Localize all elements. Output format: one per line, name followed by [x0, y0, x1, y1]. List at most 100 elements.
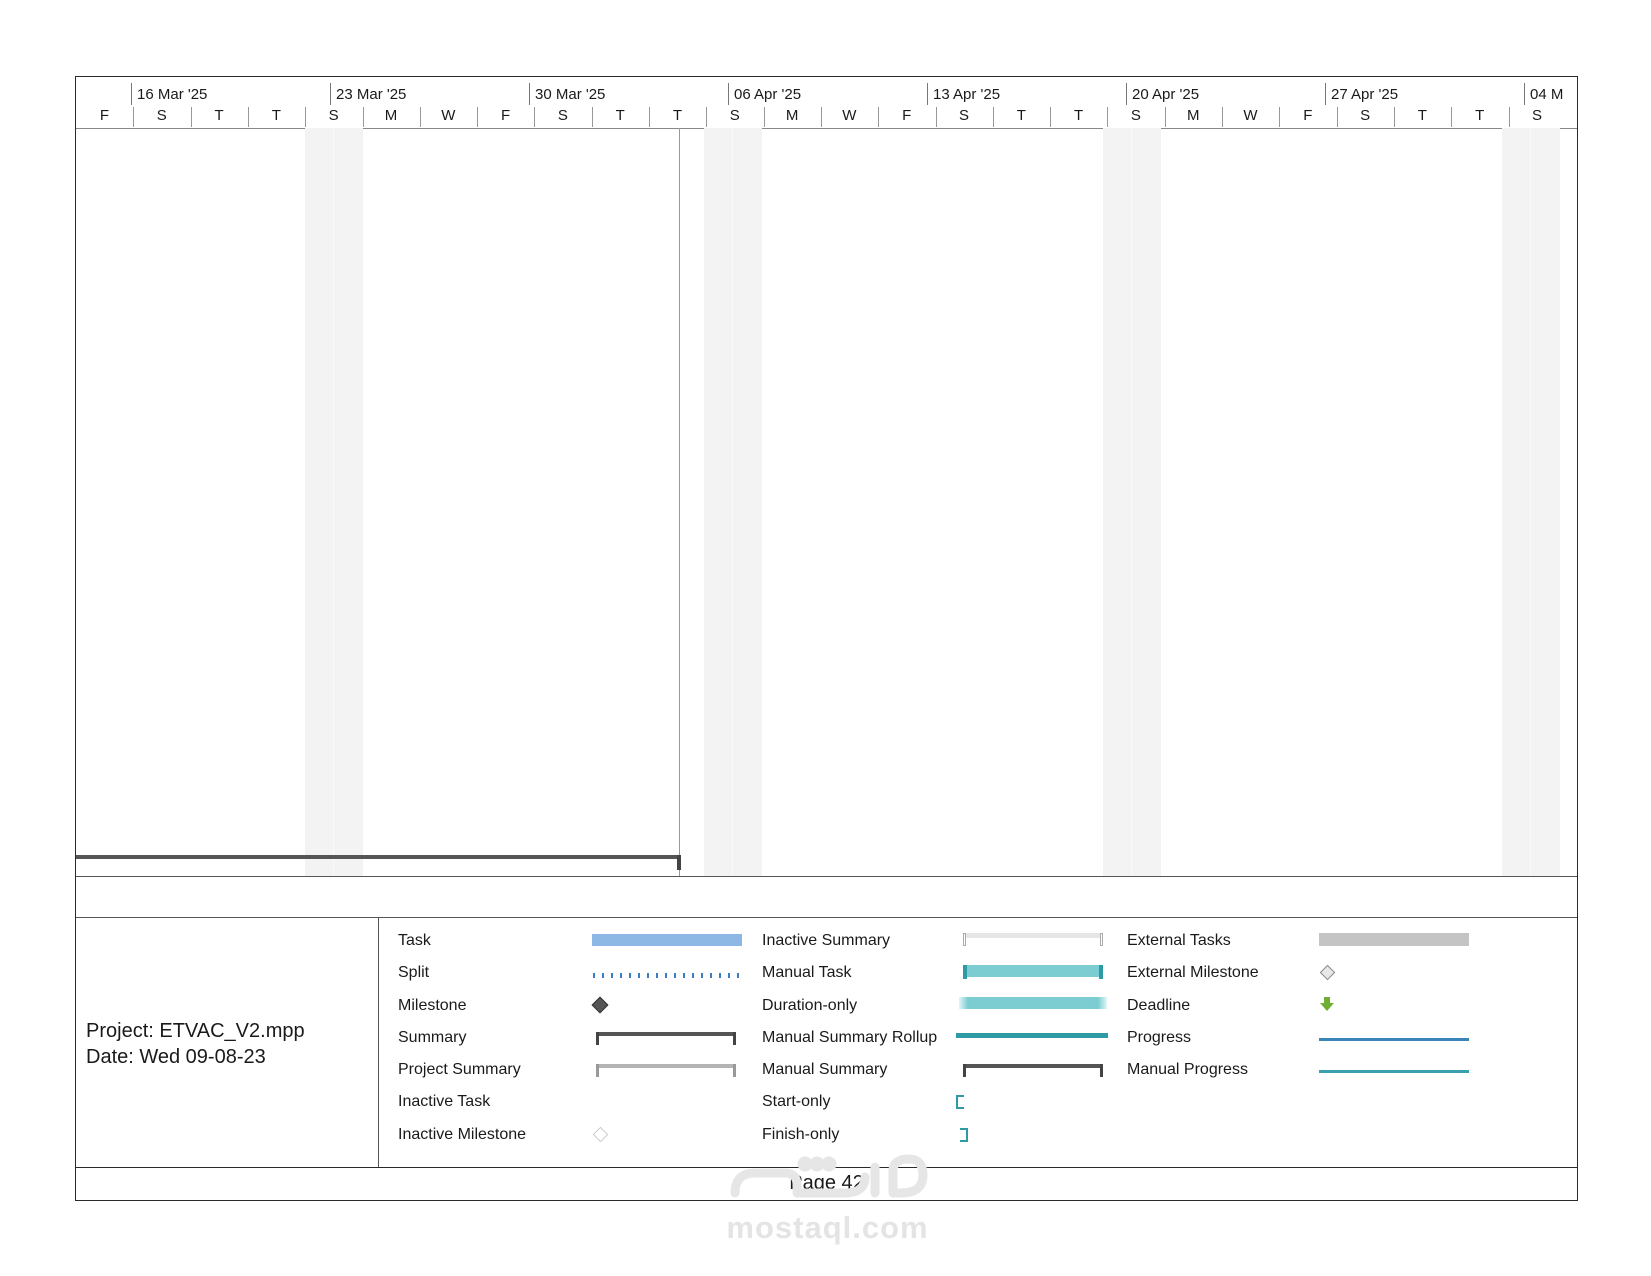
day-label: T: [1475, 107, 1485, 124]
project-date: Date: Wed 09-08-23: [86, 1046, 266, 1068]
weekend-column: [704, 128, 762, 876]
legend-label-external-tasks: External Tasks: [1127, 932, 1231, 949]
day-label: T: [1417, 107, 1427, 124]
legend-label-manual-progress: Manual Progress: [1127, 1061, 1248, 1078]
day-label: S: [1130, 107, 1141, 124]
manual-summary-symbol: [963, 1064, 1103, 1068]
legend-label-manual-summary-rollup: Manual Summary Rollup: [762, 1029, 938, 1046]
inactive-milestone-icon: [592, 1126, 609, 1143]
day-label: T: [615, 107, 625, 124]
gantt-chart-area: [76, 128, 1577, 876]
watermark-logo: [730, 1154, 928, 1198]
day-label: T: [214, 107, 224, 124]
day-label: S: [557, 107, 568, 124]
day-label: F: [1303, 107, 1313, 124]
week-tick: [529, 83, 530, 105]
manual-task-left-cap: [963, 965, 967, 979]
gantt-page: 16 Mar '25 23 Mar '25 30 Mar '25 06 Apr '25…: [75, 76, 1578, 1201]
header-band: [76, 876, 1577, 918]
manual-task-symbol: [963, 965, 1103, 977]
weekend-column: [1502, 128, 1560, 876]
week-tick: [927, 83, 928, 105]
week-label: 23 Mar '25: [336, 86, 407, 103]
day-label: S: [958, 107, 969, 124]
project-summary-right-cap: [733, 1064, 736, 1077]
inactive-summary-left-cap: [963, 933, 966, 946]
week-tick: [1126, 83, 1127, 105]
project-summary-left-cap: [596, 1064, 599, 1077]
split-symbol: [593, 973, 739, 978]
week-label: 04 M: [1530, 86, 1564, 103]
day-label: F: [902, 107, 912, 124]
day-label: W: [441, 107, 456, 124]
day-label: F: [99, 107, 110, 124]
project-name: Project: ETVAC_V2.mpp: [86, 1020, 305, 1042]
legend-label-project-summary: Project Summary: [398, 1061, 521, 1078]
duration-only-symbol: [959, 997, 1107, 1009]
week-tick: [131, 83, 132, 105]
legend-label-split: Split: [398, 964, 430, 981]
legend-label-duration-only: Duration-only: [762, 997, 858, 1014]
project-info: Project: ETVAC_V2.mpp Date: Wed 09-08-23: [76, 918, 379, 1167]
day-label: T: [271, 107, 281, 124]
day-label: S: [1531, 107, 1542, 124]
day-label: T: [1074, 107, 1084, 124]
day-label: M: [785, 107, 799, 124]
day-label: F: [501, 107, 511, 124]
day-label: M: [384, 107, 398, 124]
week-label: 16 Mar '25: [137, 86, 208, 103]
milestone-diamond-icon: [591, 996, 609, 1014]
external-milestone-icon: [1319, 964, 1336, 981]
timescale-header: 16 Mar '25 23 Mar '25 30 Mar '25 06 Apr '25…: [76, 77, 1577, 129]
week-tick: [1524, 83, 1525, 105]
inactive-summary-symbol: [963, 933, 1103, 938]
legend-label-manual-task: Manual Task: [762, 964, 852, 981]
legend-label-inactive-task: Inactive Task: [398, 1093, 491, 1110]
legend-label-deadline: Deadline: [1127, 997, 1191, 1014]
day-label: S: [156, 107, 167, 124]
day-label: S: [729, 107, 740, 124]
deadline-arrow-icon: [1320, 997, 1334, 1011]
project-summary-bar-end: [677, 855, 681, 870]
week-tick: [1325, 83, 1326, 105]
project-summary-bar: [76, 855, 679, 859]
legend-label-finish-only: Finish-only: [762, 1126, 840, 1143]
start-only-bracket-icon: [956, 1095, 964, 1109]
week-label: 06 Apr '25: [734, 86, 802, 103]
external-task-symbol: [1319, 933, 1469, 946]
manual-task-right-cap: [1099, 965, 1103, 979]
summary-left-cap: [596, 1032, 599, 1045]
legend-label-inactive-summary: Inactive Summary: [762, 932, 891, 949]
day-label: S: [328, 107, 339, 124]
day-label: M: [1186, 107, 1200, 124]
week-label: 20 Apr '25: [1132, 86, 1200, 103]
watermark-text: mostaql.com: [726, 1210, 929, 1245]
inactive-summary-right-cap: [1100, 933, 1103, 946]
legend-label-start-only: Start-only: [762, 1093, 831, 1110]
week-label: 13 Apr '25: [933, 86, 1001, 103]
weekend-column: [305, 128, 363, 876]
legend-label-task: Task: [398, 932, 431, 949]
day-label: S: [1360, 107, 1371, 124]
legend-label-inactive-milestone: Inactive Milestone: [398, 1126, 527, 1143]
week-tick: [728, 83, 729, 105]
manual-summary-right-cap: [1100, 1064, 1103, 1077]
day-label: W: [842, 107, 857, 124]
task-bar-symbol: [592, 934, 742, 946]
project-summary-symbol: [596, 1064, 736, 1068]
legend-label-summary: Summary: [398, 1029, 467, 1046]
legend-label-external-milestone: External Milestone: [1127, 964, 1259, 981]
week-label: 30 Mar '25: [535, 86, 606, 103]
summary-bar-symbol: [596, 1032, 736, 1036]
day-label: W: [1243, 107, 1258, 124]
legend-label-manual-summary: Manual Summary: [762, 1061, 888, 1078]
legend-panel: Project: ETVAC_V2.mpp Date: Wed 09-08-23…: [76, 918, 1577, 1168]
manual-progress-line-symbol: [1319, 1070, 1469, 1073]
weekend-column: [1103, 128, 1161, 876]
summary-right-cap: [733, 1032, 736, 1045]
day-label: T: [1016, 107, 1026, 124]
week-label: 27 Apr '25: [1331, 86, 1399, 103]
legend-label-milestone: Milestone: [398, 997, 467, 1014]
legend-label-progress: Progress: [1127, 1029, 1192, 1046]
progress-line-symbol: [1319, 1038, 1469, 1041]
